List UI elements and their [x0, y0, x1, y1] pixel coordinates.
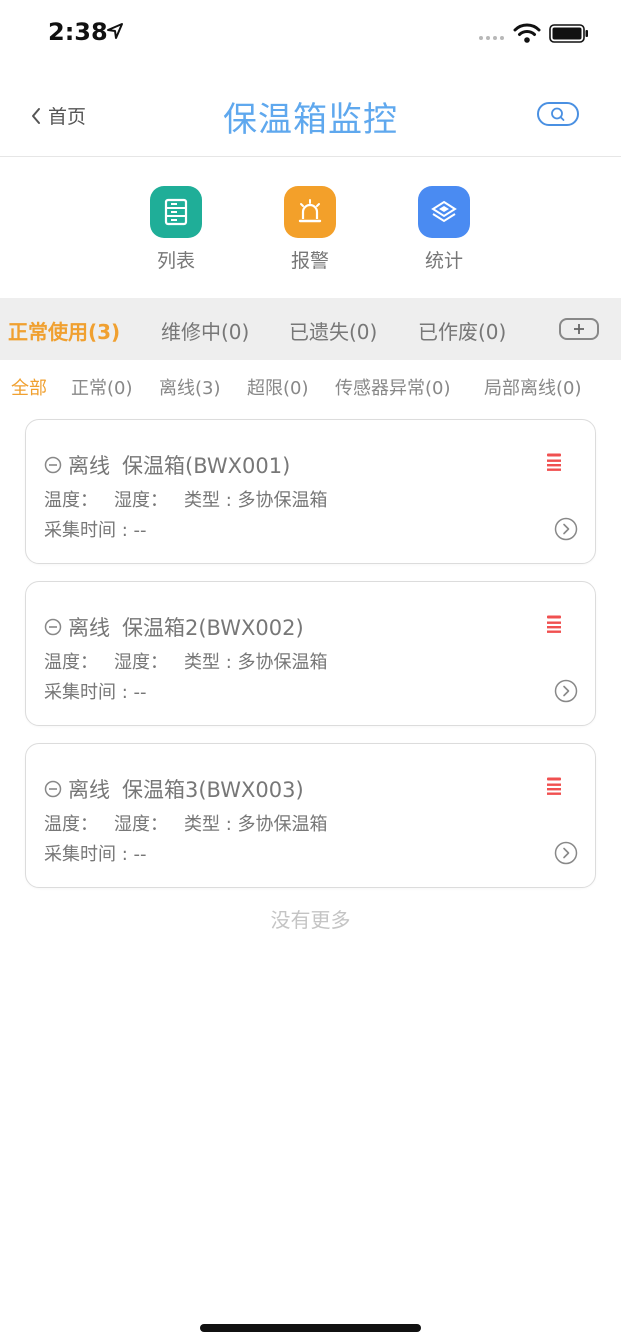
tab-repair[interactable]: 维修中(0)	[161, 316, 249, 345]
chevron-right-circle-icon[interactable]	[554, 841, 578, 865]
filter-partial-offline[interactable]: 局部离线(0)	[484, 374, 582, 400]
device-card[interactable]: 离线 保温箱2(BWX002) 温度： 湿度： 类型 : 多协保温箱 采集时间 : …	[25, 581, 596, 726]
device-name: 保温箱2(BWX002)	[122, 616, 304, 640]
tab-normal[interactable]: 正常使用(3)	[8, 316, 120, 345]
device-type: 类型 : 多协保温箱	[184, 652, 328, 673]
list-icon	[150, 186, 202, 238]
device-title: 离线 保温箱(BWX001)	[44, 450, 290, 480]
collect-time: 采集时间 : --	[44, 682, 147, 703]
humidity-label: 湿度：	[114, 490, 168, 511]
action-label: 统计	[424, 250, 463, 272]
home-indicator[interactable]	[200, 1324, 421, 1332]
search-button[interactable]	[537, 102, 579, 126]
device-title: 离线 保温箱2(BWX002)	[44, 612, 304, 642]
device-type: 类型 : 多协保温箱	[184, 814, 328, 835]
action-label: 列表	[156, 250, 195, 272]
status-time: 2:38	[48, 18, 108, 46]
offline-status-icon	[44, 456, 62, 474]
humidity-label: 湿度：	[114, 652, 168, 673]
wifi-icon	[513, 23, 541, 43]
delete-icon[interactable]	[544, 452, 564, 472]
quick-actions: 列表 报警 统计	[0, 186, 621, 276]
device-card[interactable]: 离线 保温箱3(BWX003) 温度： 湿度： 类型 : 多协保温箱 采集时间 : …	[25, 743, 596, 888]
plus-icon	[574, 324, 584, 334]
filter-all[interactable]: 全部	[11, 374, 47, 400]
chevron-right-circle-icon[interactable]	[554, 517, 578, 541]
filter-offline[interactable]: 离线(3)	[159, 374, 221, 400]
offline-status-icon	[44, 780, 62, 798]
temperature-label: 温度：	[44, 652, 98, 673]
temperature-label: 温度：	[44, 814, 98, 835]
device-card[interactable]: 离线 保温箱(BWX001) 温度： 湿度： 类型 : 多协保温箱 采集时间 : -…	[25, 419, 596, 564]
device-name: 保温箱3(BWX003)	[122, 778, 304, 802]
device-status: 离线	[68, 616, 110, 640]
device-name: 保温箱(BWX001)	[122, 454, 291, 478]
humidity-label: 湿度：	[114, 814, 168, 835]
device-readings: 温度： 湿度： 类型 : 多协保温箱	[44, 810, 344, 836]
chevron-right-circle-icon[interactable]	[554, 679, 578, 703]
nav-bar: 首页 保温箱监控	[0, 64, 621, 157]
add-button[interactable]	[559, 318, 599, 340]
status-bar: 2:38	[0, 0, 621, 64]
alarm-icon	[284, 186, 336, 238]
battery-icon	[549, 24, 588, 43]
action-list[interactable]: 列表	[136, 186, 216, 273]
no-more-text: 没有更多	[270, 908, 351, 932]
location-arrow-icon	[107, 23, 123, 39]
device-title: 离线 保温箱3(BWX003)	[44, 774, 304, 804]
action-label: 报警	[290, 250, 329, 272]
collect-time: 采集时间 : --	[44, 520, 147, 541]
layers-icon	[418, 186, 470, 238]
filter-row: 全部 正常(0) 离线(3) 超限(0) 传感器异常(0) 局部离线(0)	[0, 374, 621, 400]
filter-normal[interactable]: 正常(0)	[71, 374, 133, 400]
temperature-label: 温度：	[44, 490, 98, 511]
tab-lost[interactable]: 已遗失(0)	[289, 316, 377, 345]
delete-icon[interactable]	[544, 776, 564, 796]
filter-sensor-error[interactable]: 传感器异常(0)	[335, 374, 451, 400]
delete-icon[interactable]	[544, 614, 564, 634]
page-title: 保温箱监控	[223, 100, 398, 140]
collect-time: 采集时间 : --	[44, 844, 147, 865]
status-tabs: 正常使用(3) 维修中(0) 已遗失(0) 已作废(0)	[0, 298, 621, 360]
device-readings: 温度： 湿度： 类型 : 多协保温箱	[44, 648, 344, 674]
device-readings: 温度： 湿度： 类型 : 多协保温箱	[44, 486, 344, 512]
filter-over-limit[interactable]: 超限(0)	[247, 374, 309, 400]
device-status: 离线	[68, 778, 110, 802]
action-statistics[interactable]: 统计	[404, 186, 484, 273]
device-status: 离线	[68, 454, 110, 478]
offline-status-icon	[44, 618, 62, 636]
cellular-signal-icon	[479, 36, 504, 40]
action-alarm[interactable]: 报警	[270, 186, 350, 273]
tab-scrapped[interactable]: 已作废(0)	[418, 316, 506, 345]
device-type: 类型 : 多协保温箱	[184, 490, 328, 511]
search-icon	[551, 107, 565, 121]
